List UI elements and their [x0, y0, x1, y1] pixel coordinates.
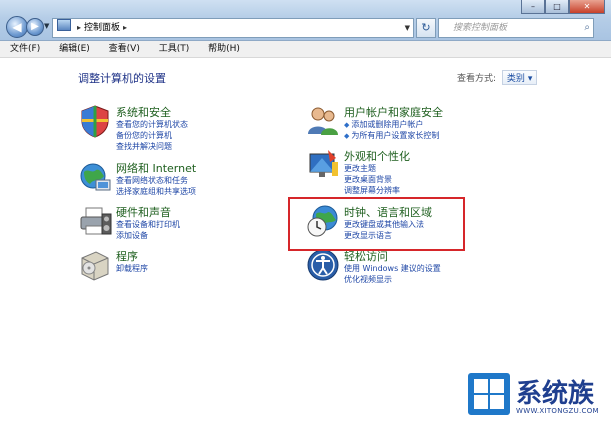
windows-logo-icon: [468, 373, 510, 415]
menu-edit[interactable]: 编辑(E): [59, 44, 90, 54]
category-title[interactable]: 系统和安全: [116, 104, 171, 120]
search-input[interactable]: 搜索控制面板 ⌕: [438, 18, 594, 38]
close-button[interactable]: ✕: [569, 0, 605, 14]
page-title: 调整计算机的设置: [78, 72, 166, 85]
link-view-computer-status[interactable]: 查看您的计算机状态: [116, 119, 188, 130]
refresh-button[interactable]: ↻: [416, 18, 436, 38]
category-appearance: 外观和个性化 更改主题 更改桌面背景 调整屏幕分辨率: [306, 148, 486, 198]
link-change-theme[interactable]: 更改主题: [344, 163, 376, 174]
highlight-annotation-box: [288, 197, 465, 251]
programs-box-icon[interactable]: [78, 248, 112, 282]
appearance-monitor-icon[interactable]: [306, 148, 340, 182]
category-system-security: 系统和安全 查看您的计算机状态 备份您的计算机 查找并解决问题: [78, 104, 258, 154]
recent-pages-dropdown-icon[interactable]: ▼: [44, 22, 49, 30]
view-by-select[interactable]: 类别 ▾: [501, 70, 538, 85]
menu-tools[interactable]: 工具(T): [159, 44, 190, 54]
ease-of-access-icon[interactable]: [306, 248, 340, 282]
link-add-device[interactable]: 添加设备: [116, 230, 148, 241]
view-by-label: 查看方式:: [457, 74, 497, 84]
maximize-button[interactable]: □: [545, 0, 569, 14]
users-icon[interactable]: [306, 104, 340, 138]
category-ease-of-access: 轻松访问 使用 Windows 建议的设置 优化视频显示: [306, 248, 486, 288]
link-screen-resolution[interactable]: 调整屏幕分辨率: [344, 185, 400, 196]
menu-help[interactable]: 帮助(H): [208, 44, 240, 54]
category-user-accounts: 用户帐户和家庭安全 添加或删除用户帐户 为所有用户设置家长控制: [306, 104, 486, 144]
menu-file[interactable]: 文件(F): [10, 44, 40, 54]
category-title[interactable]: 用户帐户和家庭安全: [344, 104, 443, 120]
window-controls: – □ ✕: [521, 0, 605, 14]
address-dropdown-icon[interactable]: ▼: [405, 19, 410, 37]
category-network-internet: 网络和 Internet 查看网络状态和任务 选择家庭组和共享选项: [78, 160, 258, 200]
breadcrumb-control-panel[interactable]: 控制面板: [84, 23, 120, 33]
minimize-button[interactable]: –: [521, 0, 545, 14]
link-parental-controls[interactable]: 为所有用户设置家长控制: [344, 130, 439, 141]
category-programs: 程序 卸载程序: [78, 248, 258, 288]
address-bar[interactable]: ▸ 控制面板 ▸ ▼: [52, 18, 414, 38]
chevron-down-icon: ▾: [527, 74, 533, 84]
link-add-remove-accounts[interactable]: 添加或删除用户帐户: [344, 119, 423, 130]
link-troubleshoot[interactable]: 查找并解决问题: [116, 141, 172, 152]
search-placeholder: 搜索控制面板: [453, 23, 508, 33]
link-devices-printers[interactable]: 查看设备和打印机: [116, 219, 180, 230]
menu-view[interactable]: 查看(V): [109, 44, 140, 54]
link-backup-computer[interactable]: 备份您的计算机: [116, 130, 172, 141]
back-button[interactable]: ◀: [6, 16, 28, 38]
link-desktop-background[interactable]: 更改桌面背景: [344, 174, 392, 185]
link-optimize-visual-display[interactable]: 优化视频显示: [344, 274, 392, 285]
title-bar: ◀ ▶ ▼ ▸ 控制面板 ▸ ▼ ↻ 搜索控制面板 ⌕ – □ ✕: [0, 0, 611, 41]
control-panel-icon: [57, 19, 71, 31]
forward-button[interactable]: ▶: [26, 18, 44, 36]
category-hardware-sound: 硬件和声音 查看设备和打印机 添加设备: [78, 204, 258, 244]
category-title[interactable]: 硬件和声音: [116, 204, 171, 220]
menu-bar: 文件(F) 编辑(E) 查看(V) 工具(T) 帮助(H): [0, 41, 611, 58]
shield-icon[interactable]: [78, 104, 112, 138]
link-network-status[interactable]: 查看网络状态和任务: [116, 175, 188, 186]
breadcrumb-separator-icon[interactable]: ▸: [123, 23, 127, 32]
breadcrumb-separator-icon[interactable]: ▸: [77, 23, 81, 32]
link-uninstall-program[interactable]: 卸载程序: [116, 263, 148, 274]
category-title[interactable]: 网络和 Internet: [116, 160, 196, 176]
network-globe-icon[interactable]: [78, 160, 112, 194]
link-windows-recommended-settings[interactable]: 使用 Windows 建议的设置: [344, 263, 441, 274]
printer-icon[interactable]: [78, 204, 112, 238]
watermark: 系统族 WWW.XITONGZU.COM: [462, 363, 611, 427]
link-homegroup-sharing[interactable]: 选择家庭组和共享选项: [116, 186, 196, 197]
search-icon[interactable]: ⌕: [584, 19, 590, 37]
category-title[interactable]: 外观和个性化: [344, 148, 410, 164]
view-by-value: 类别: [506, 74, 525, 84]
view-by: 查看方式: 类别 ▾: [457, 70, 538, 85]
watermark-brand: 系统族: [516, 379, 595, 409]
watermark-url: WWW.XITONGZU.COM: [516, 407, 599, 415]
category-title[interactable]: 程序: [116, 248, 138, 264]
